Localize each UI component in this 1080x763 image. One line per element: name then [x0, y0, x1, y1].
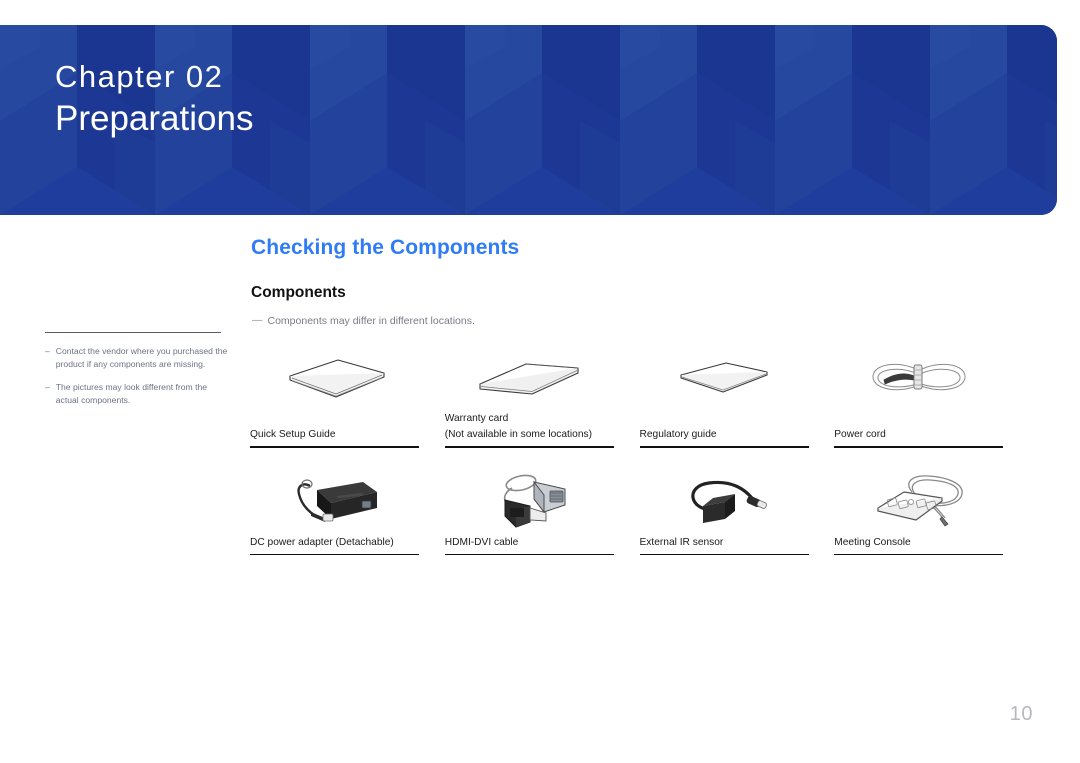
component-labels: Quick Setup Guide — [250, 410, 419, 446]
component-label: Quick Setup Guide — [250, 429, 336, 441]
note-text: Components may differ in different locat… — [267, 315, 475, 327]
note-dash-icon: — — [252, 314, 263, 326]
sub-heading: Components — [251, 284, 346, 301]
cell-divider — [444, 446, 614, 448]
cell-divider — [639, 446, 809, 448]
sidebar-note-item: – The pictures may look different from t… — [45, 381, 230, 407]
sidebar-note-item: – Contact the vendor where you purchased… — [45, 345, 230, 371]
chapter-banner: Chapter 02 Preparations — [0, 25, 1057, 215]
component-labels: HDMI-DVI cable — [445, 534, 614, 554]
component-sublabel: (Not available in some locations) — [444, 429, 592, 441]
sidebar-divider — [45, 332, 221, 333]
component-labels: Warranty card (Not available in some loc… — [445, 410, 614, 446]
cell-divider — [444, 553, 614, 556]
component-cell: Quick Setup Guide — [250, 348, 445, 448]
sidebar-note-text: Contact the vendor where you purchased t… — [55, 346, 228, 370]
cell-divider — [250, 446, 419, 448]
card-stack-icon — [445, 348, 614, 410]
component-cell: Regulatory guide — [639, 348, 835, 448]
hdmi-dvi-cable-icon — [445, 468, 614, 534]
manual-page: Chapter 02 Preparations Checking the Com… — [0, 0, 1080, 763]
component-label: Power cord — [834, 429, 886, 441]
cell-divider — [834, 553, 1004, 556]
cell-divider — [834, 446, 1004, 448]
component-labels: Regulatory guide — [640, 410, 809, 446]
ir-sensor-icon — [640, 468, 809, 534]
components-row: DC power adapter (Detachable) HDMI-DVI c… — [250, 468, 1029, 556]
component-cell: External IR sensor — [639, 468, 835, 556]
components-row: Quick Setup Guide Warranty card (Not ava… — [250, 348, 1029, 448]
meeting-console-icon — [834, 468, 1003, 534]
sidebar-note-text: The pictures may look different from the… — [55, 382, 208, 406]
cell-divider — [639, 553, 809, 556]
component-label: External IR sensor — [639, 536, 724, 548]
sidebar-notes: – Contact the vendor where you purchased… — [45, 332, 230, 417]
component-cell: Meeting Console — [834, 468, 1029, 556]
cell-divider — [250, 553, 419, 556]
bullet-dash-icon: – — [45, 346, 50, 356]
component-cell: DC power adapter (Detachable) — [250, 468, 445, 556]
page-title: Checking the Components — [251, 236, 520, 259]
bullet-dash-icon: – — [45, 382, 50, 393]
chapter-title: Preparations — [55, 98, 254, 138]
booklet-icon — [250, 348, 419, 410]
component-label: HDMI-DVI cable — [444, 536, 519, 548]
power-adapter-icon — [250, 468, 419, 534]
components-note: — Components may differ in different loc… — [252, 315, 475, 327]
flat-sheet-icon — [640, 348, 809, 410]
chapter-label: Chapter 02 — [55, 59, 224, 94]
coiled-cable-icon — [834, 348, 1003, 410]
component-labels: External IR sensor — [640, 534, 809, 554]
page-number: 10 — [1009, 703, 1033, 725]
component-cell: Warranty card (Not available in some loc… — [444, 348, 640, 448]
component-labels: DC power adapter (Detachable) — [250, 534, 419, 554]
component-cell: HDMI-DVI cable — [444, 468, 640, 556]
component-cell: Power cord — [834, 348, 1029, 448]
component-label: Warranty card — [444, 413, 509, 425]
banner-text-block: Chapter 02 Preparations — [55, 59, 253, 140]
component-label: DC power adapter (Detachable) — [250, 536, 394, 548]
component-labels: Meeting Console — [834, 534, 1003, 554]
components-grid: Quick Setup Guide Warranty card (Not ava… — [250, 348, 1029, 556]
component-labels: Power cord — [834, 410, 1003, 446]
component-label: Regulatory guide — [639, 429, 717, 441]
component-label: Meeting Console — [834, 536, 911, 548]
